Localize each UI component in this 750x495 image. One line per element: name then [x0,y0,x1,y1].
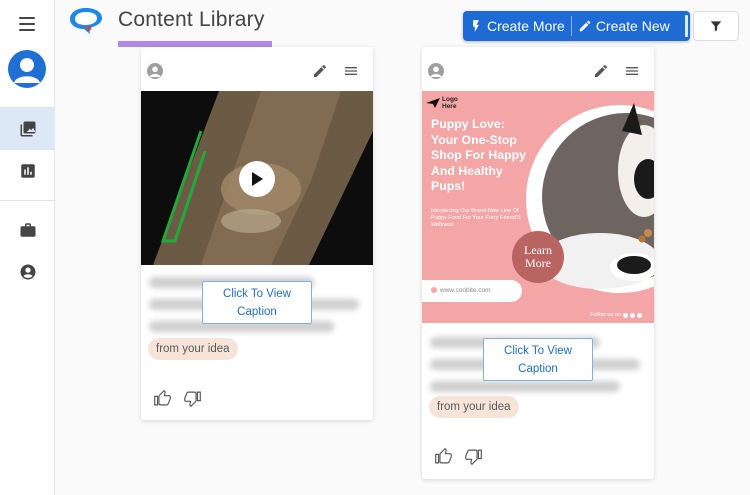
promo-image[interactable]: Logo Here Puppy Love: Your One-Stop Shop… [422,91,654,323]
create-more-button[interactable]: Create More [463,11,571,41]
play-button[interactable] [239,161,275,197]
card-author-avatar [147,63,163,79]
promo-logo-text: Logo Here [442,96,458,110]
card-header [141,47,373,91]
sidebar-item-analytics[interactable] [0,150,55,192]
promo-subtext: Introducing Our Brand-New Line Of Puppy … [431,208,521,228]
edit-pencil-icon[interactable] [312,63,328,79]
person-icon [430,66,442,77]
view-caption-label: Click To View Caption [223,288,291,318]
content-card: Click To View Caption from your idea [141,47,373,420]
view-caption-button[interactable]: Click To View Caption [202,281,312,324]
view-caption-label: Click To View Caption [504,345,572,375]
card-author-avatar [428,63,444,79]
brand-logo [70,8,102,34]
person-icon [149,66,161,77]
learn-more-button[interactable]: Learn More [512,231,564,283]
promo-logo: Logo Here [426,96,458,110]
filter-button[interactable] [693,11,739,41]
person-icon [14,58,40,83]
create-new-label: Create New [595,18,670,34]
account-circle-icon [20,264,35,280]
card-menu-icon[interactable] [624,63,640,79]
create-new-button[interactable]: Create New [572,11,676,41]
learn-more-label: Learn More [524,243,552,270]
briefcase-icon [20,223,35,237]
thumbs-up-icon[interactable] [154,390,171,407]
promo-url: www.coobite.com [422,280,522,302]
thumbs-up-icon[interactable] [435,448,452,465]
source-chip: from your idea [429,396,519,418]
promo-headline: Puppy Love: Your One-Stop Shop For Happy… [431,117,526,193]
promo-url-text: www.coobite.com [440,287,491,294]
paper-plane-icon [426,98,440,108]
filter-funnel-icon [710,21,722,32]
promo-follow-text: Follow us on [590,312,621,318]
sidebar-item-work[interactable] [0,209,55,251]
card-menu-icon[interactable] [343,63,359,79]
card-header [422,47,654,91]
page-title: Content Library [118,8,265,31]
image-library-icon [20,121,35,137]
create-button-group: Create More Create New [463,11,690,41]
sidebar-item-account[interactable] [0,251,55,293]
content-card: Logo Here Puppy Love: Your One-Stop Shop… [422,47,654,479]
view-caption-button[interactable]: Click To View Caption [483,338,593,381]
pencil-icon [579,20,591,32]
linkedin-icon [636,312,642,318]
thumbs-down-icon[interactable] [465,448,482,465]
left-navigation-rail [0,0,55,495]
thumbs-down-icon[interactable] [184,390,201,407]
create-more-label: Create More [487,18,565,34]
source-chip: from your idea [148,338,238,360]
hamburger-menu-icon[interactable] [14,12,40,36]
promo-social: Follow us on [590,312,642,318]
analytics-icon [20,164,35,178]
play-icon [252,172,263,186]
video-thumbnail[interactable] [141,91,373,265]
instagram-icon [629,312,635,318]
facebook-icon [622,312,628,318]
sidebar-item-library[interactable] [0,108,55,150]
user-avatar[interactable] [8,50,46,88]
globe-icon [431,287,437,294]
edit-pencil-icon[interactable] [593,63,609,79]
lightning-bolt-icon [473,20,479,32]
button-group-edge [685,15,688,37]
